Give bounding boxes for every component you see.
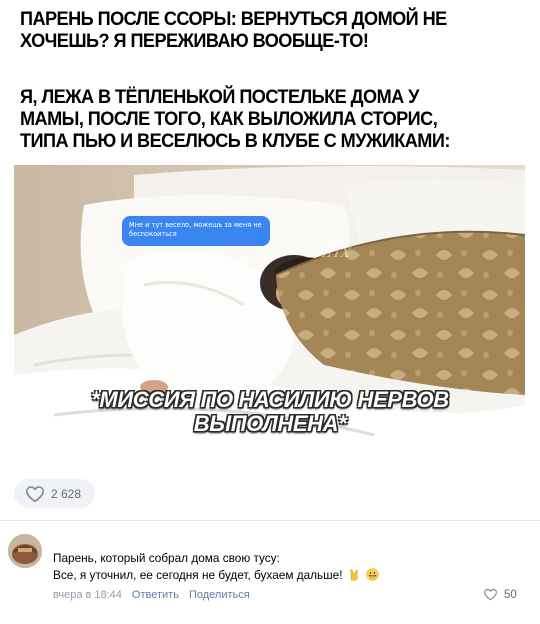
avatar-image <box>8 534 42 568</box>
like-button[interactable]: 2 628 <box>14 479 95 508</box>
post-mid-text: Я, ЛЕЖА В ТЁПЛЕНЬКОЙ ПОСТЕЛЬКЕ ДОМА У МА… <box>20 86 450 152</box>
meme-caption: *МИССИЯ ПО НАСИЛИЮ НЕРВОВ ВЫПОЛНЕНА* <box>91 387 449 436</box>
meme-photo[interactable]: Мне и тут весело, можешь за меня не бесп… <box>14 165 525 465</box>
comment-meta: вчера в 18:44 Ответить Поделиться <box>53 589 250 601</box>
watermark-text: ЯТХ <box>320 246 352 261</box>
divider <box>0 520 540 521</box>
comment-author-line: Парень, который собрал дома свою тусу: <box>53 551 280 565</box>
post-top-text: ПАРЕНЬ ПОСЛЕ ССОРЫ: ВЕРНУТЬСЯ ДОМОЙ НЕ Х… <box>20 8 447 52</box>
comment-text: Все, я уточнил, ее сегодня не будет, бух… <box>53 568 343 582</box>
heart-outline-icon <box>26 485 44 502</box>
comment-like-button[interactable]: 50 <box>483 588 517 601</box>
comment-likes-count: 50 <box>504 588 517 601</box>
grinning-face-emoji-icon <box>366 568 379 581</box>
share-link[interactable]: Поделиться <box>189 589 250 601</box>
heart-outline-icon <box>484 588 497 601</box>
rock-hand-emoji-icon <box>349 569 358 581</box>
comment-time[interactable]: вчера в 18:44 <box>53 589 122 601</box>
commenter-avatar[interactable] <box>8 534 42 568</box>
chat-message-bubble: Мне и тут весело, можешь за меня не бесп… <box>122 216 270 246</box>
comment-text-line: Все, я уточнил, ее сегодня не будет, бух… <box>53 568 379 583</box>
reply-link[interactable]: Ответить <box>132 589 179 601</box>
likes-count: 2 628 <box>51 486 82 501</box>
